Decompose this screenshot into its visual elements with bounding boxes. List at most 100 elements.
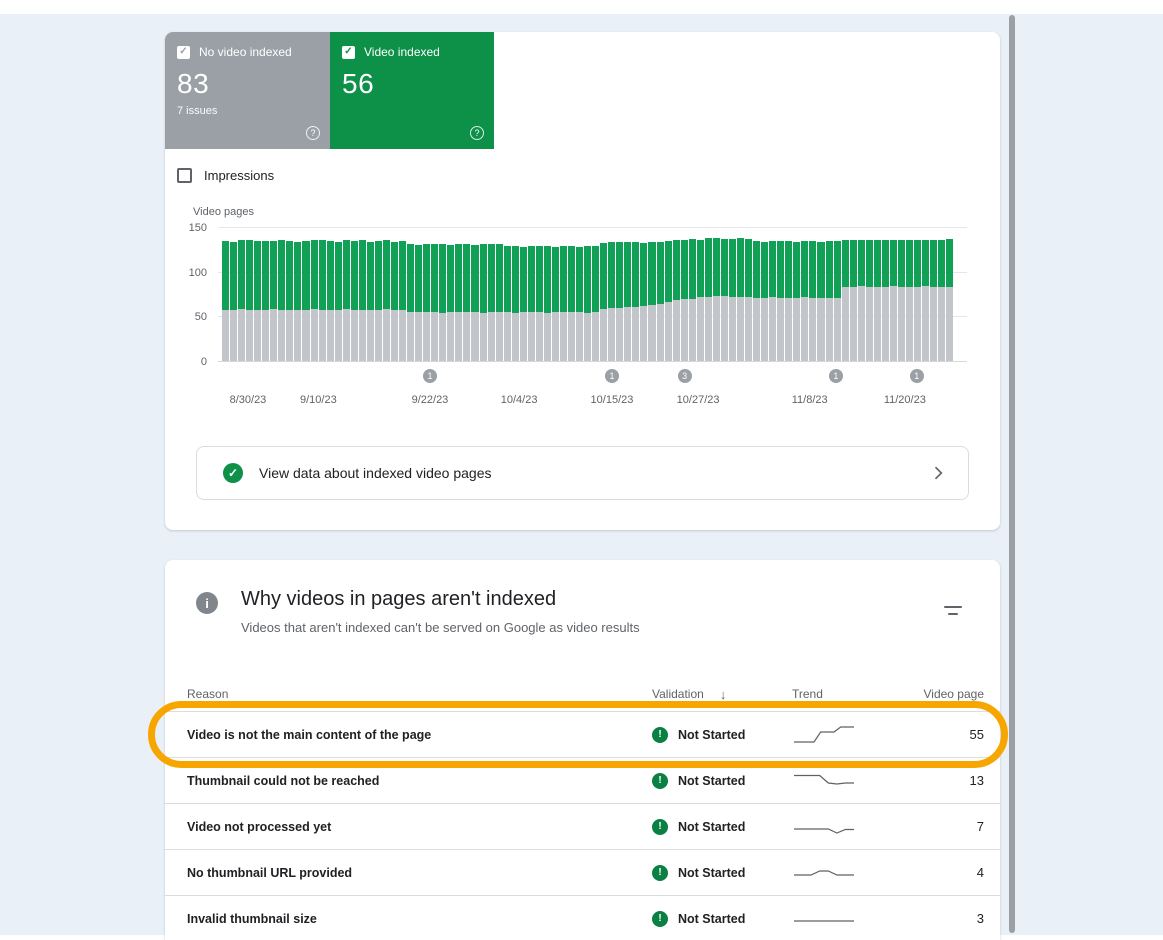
bar-segment-not-indexed bbox=[399, 310, 406, 361]
bar-segment-indexed bbox=[721, 239, 728, 296]
annotation-marker[interactable]: 1 bbox=[605, 369, 619, 383]
issues-card: i Why videos in pages aren't indexed Vid… bbox=[165, 560, 1000, 940]
not-indexed-checkbox[interactable]: ✓ bbox=[177, 46, 190, 59]
stacked-bar bbox=[528, 246, 535, 361]
bar-segment-not-indexed bbox=[512, 313, 519, 361]
stacked-bar bbox=[640, 243, 647, 361]
help-icon[interactable]: ? bbox=[306, 126, 320, 140]
bar-segment-not-indexed bbox=[343, 309, 350, 361]
annotation-marker[interactable]: 3 bbox=[678, 369, 692, 383]
stacked-bar bbox=[311, 240, 318, 361]
bar-segment-indexed bbox=[246, 240, 253, 310]
bar-segment-not-indexed bbox=[471, 312, 478, 361]
bar-segment-not-indexed bbox=[278, 310, 285, 361]
validation-status: Not Started bbox=[678, 866, 745, 880]
bar-segment-not-indexed bbox=[488, 312, 495, 361]
stacked-bar bbox=[278, 240, 285, 361]
filter-icon[interactable] bbox=[944, 606, 962, 615]
bar-segment-indexed bbox=[946, 239, 953, 287]
issue-row[interactable]: Thumbnail could not be reached!Not Start… bbox=[165, 757, 1000, 803]
stacked-bar bbox=[520, 247, 527, 361]
view-data-banner[interactable]: ✓ View data about indexed video pages bbox=[196, 446, 969, 500]
bar-segment-indexed bbox=[745, 239, 752, 297]
stacked-bar bbox=[351, 241, 358, 361]
indexed-checkbox[interactable]: ✓ bbox=[342, 46, 355, 59]
stacked-bar bbox=[681, 240, 688, 361]
stacked-bar bbox=[359, 240, 366, 361]
impressions-label: Impressions bbox=[204, 168, 274, 183]
stacked-bar bbox=[399, 241, 406, 361]
issue-row[interactable]: No thumbnail URL provided!Not Started4 bbox=[165, 849, 1000, 895]
stacked-bar bbox=[415, 245, 422, 361]
issue-reason: Invalid thumbnail size bbox=[187, 912, 652, 926]
bar-segment-indexed bbox=[319, 240, 326, 310]
bar-segment-indexed bbox=[922, 240, 929, 287]
bar-segment-indexed bbox=[270, 241, 277, 309]
bar-segment-indexed bbox=[906, 240, 913, 287]
y-tick-label: 150 bbox=[189, 222, 207, 234]
stacked-bar bbox=[391, 242, 398, 361]
bar-segment-indexed bbox=[431, 244, 438, 312]
issue-row[interactable]: Video is not the main content of the pag… bbox=[165, 711, 1000, 757]
not-indexed-count: 83 bbox=[177, 68, 318, 100]
stacked-bar bbox=[665, 241, 672, 361]
issue-row[interactable]: Invalid thumbnail size!Not Started3 bbox=[165, 895, 1000, 940]
bar-segment-indexed bbox=[874, 240, 881, 287]
x-tick-label: 10/27/23 bbox=[677, 394, 720, 406]
bar-segment-not-indexed bbox=[930, 287, 937, 361]
help-icon[interactable]: ? bbox=[470, 126, 484, 140]
annotation-marker[interactable]: 1 bbox=[829, 369, 843, 383]
indexed-header: ✓ Video indexed bbox=[342, 45, 482, 59]
bar-segment-indexed bbox=[327, 241, 334, 310]
impressions-checkbox[interactable] bbox=[177, 168, 192, 183]
bar-segment-not-indexed bbox=[319, 310, 326, 361]
chevron-right-icon bbox=[928, 463, 948, 483]
not-indexed-issues-count: 7 issues bbox=[177, 105, 318, 117]
bar-segment-indexed bbox=[705, 238, 712, 297]
bar-segment-indexed bbox=[600, 243, 607, 309]
bar-segment-indexed bbox=[592, 246, 599, 312]
bar-segment-not-indexed bbox=[673, 300, 680, 361]
bar-segment-not-indexed bbox=[238, 309, 245, 361]
stacked-bar bbox=[729, 239, 736, 361]
impressions-toggle[interactable]: Impressions bbox=[177, 168, 274, 183]
not-indexed-stat-box[interactable]: ✓ No video indexed 83 7 issues ? bbox=[165, 32, 330, 149]
column-header-video-page[interactable]: Video page bbox=[914, 687, 984, 701]
stacked-bar bbox=[874, 240, 881, 361]
bar-segment-indexed bbox=[890, 240, 897, 287]
column-header-validation-label: Validation bbox=[652, 687, 704, 701]
not-indexed-header: ✓ No video indexed bbox=[177, 45, 318, 59]
bar-segment-indexed bbox=[439, 244, 446, 313]
bar-segment-not-indexed bbox=[246, 310, 253, 361]
bar-segment-not-indexed bbox=[874, 287, 881, 361]
stacked-bar bbox=[745, 239, 752, 361]
chart-annotation-markers: 1 1 3 1 1 bbox=[218, 369, 967, 391]
annotation-marker[interactable]: 1 bbox=[423, 369, 437, 383]
validation-status: Not Started bbox=[678, 728, 745, 742]
annotation-marker[interactable]: 1 bbox=[910, 369, 924, 383]
indexed-stat-box[interactable]: ✓ Video indexed 56 ? bbox=[330, 32, 494, 149]
bar-segment-indexed bbox=[608, 242, 615, 308]
column-header-trend[interactable]: Trend bbox=[792, 687, 914, 701]
bar-segment-indexed bbox=[809, 241, 816, 297]
stacked-bar bbox=[286, 241, 293, 361]
chart-bars bbox=[222, 228, 953, 361]
bar-segment-indexed bbox=[463, 244, 470, 312]
stacked-bar bbox=[576, 247, 583, 361]
bar-segment-indexed bbox=[850, 240, 857, 287]
bar-segment-not-indexed bbox=[327, 310, 334, 361]
column-header-validation[interactable]: Validation ↓ bbox=[652, 687, 792, 702]
issue-reason: Video not processed yet bbox=[187, 820, 652, 834]
issue-trend bbox=[792, 770, 914, 792]
bar-segment-not-indexed bbox=[608, 308, 615, 361]
bar-segment-indexed bbox=[359, 240, 366, 310]
stacked-bar bbox=[721, 239, 728, 361]
bar-segment-not-indexed bbox=[665, 302, 672, 361]
issue-row[interactable]: Video not processed yet!Not Started7 bbox=[165, 803, 1000, 849]
bar-segment-not-indexed bbox=[624, 307, 631, 361]
column-header-reason[interactable]: Reason bbox=[187, 687, 652, 701]
bar-segment-indexed bbox=[898, 240, 905, 287]
stacked-bar bbox=[238, 240, 245, 361]
bar-segment-indexed bbox=[343, 240, 350, 309]
vertical-scrollbar[interactable] bbox=[1009, 15, 1015, 933]
